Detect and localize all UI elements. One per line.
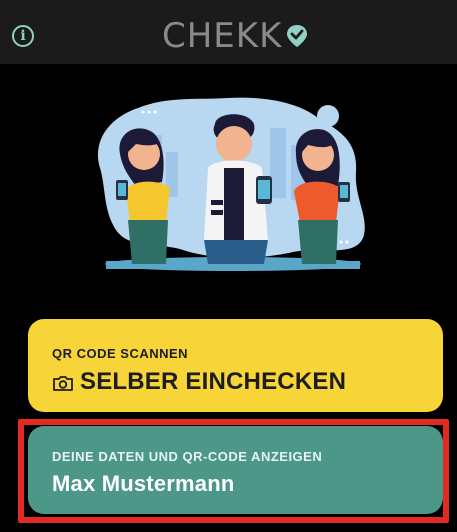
scan-card-label: QR CODE SCANNEN — [52, 346, 189, 361]
app-screen: i CHEKK QR CODE SCANNEN SELBER EINCHECKE… — [0, 0, 457, 532]
self-checkin-label: SELBER EINCHECKEN — [80, 368, 347, 395]
show-data-qr-card[interactable]: DEINE DATEN UND QR-CODE ANZEIGEN Max Mus… — [28, 426, 443, 514]
app-logo: CHEKK — [162, 16, 310, 56]
camera-icon — [53, 376, 73, 391]
logo-text: CHEKK — [162, 16, 283, 56]
app-header: i CHEKK — [0, 0, 457, 64]
data-card-label: DEINE DATEN UND QR-CODE ANZEIGEN — [52, 449, 323, 464]
location-check-icon — [287, 25, 308, 47]
self-checkin-action: SELBER EINCHECKEN — [52, 368, 346, 396]
scan-qr-card[interactable]: QR CODE SCANNEN SELBER EINCHECKEN — [28, 319, 443, 412]
info-icon[interactable]: i — [12, 25, 34, 47]
user-name: Max Mustermann — [52, 471, 235, 496]
people-with-phones-illustration — [97, 97, 365, 271]
